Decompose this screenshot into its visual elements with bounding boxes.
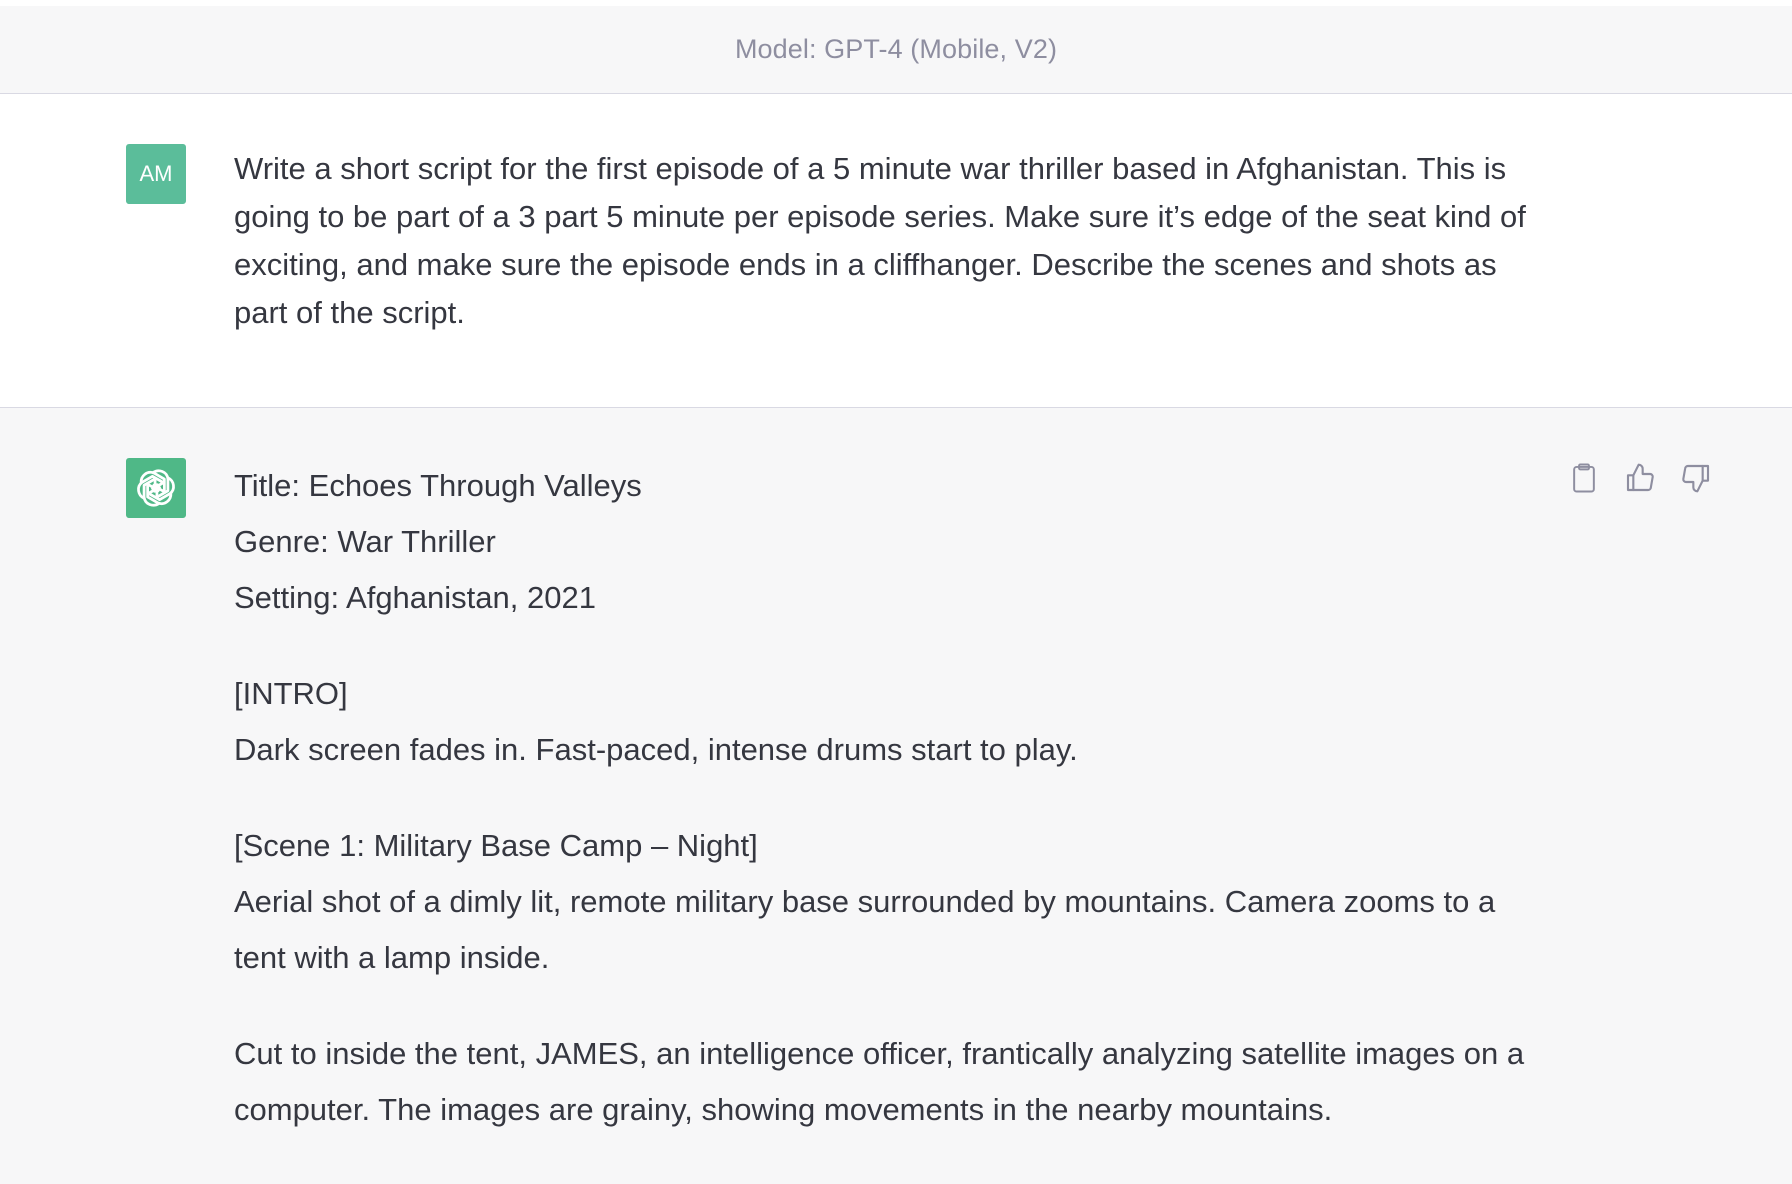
openai-logo-icon: [134, 467, 178, 509]
scene1-text-2: Cut to inside the tent, JAMES, an intell…: [234, 1036, 1525, 1127]
user-message-text: Write a short script for the first episo…: [234, 151, 1526, 330]
thumbs-down-icon: [1682, 464, 1710, 493]
model-header: Model: GPT-4 (Mobile, V2): [0, 6, 1792, 94]
thumbs-up-button[interactable]: [1624, 462, 1656, 494]
clipboard-icon: [1573, 463, 1595, 493]
script-genre: Genre: War Thriller: [234, 524, 496, 559]
message-actions: [1568, 462, 1712, 494]
model-label: Model: GPT-4 (Mobile, V2): [734, 34, 1058, 64]
user-message: AM Write a short script for the first ep…: [0, 95, 1792, 408]
intro-text: Dark screen fades in. Fast-paced, intens…: [234, 732, 1078, 767]
thumbs-up-icon: [1626, 463, 1654, 492]
assistant-message: Title: Echoes Through Valleys Genre: War…: [0, 408, 1792, 1184]
user-avatar-initials: AM: [139, 161, 173, 186]
assistant-message-content: Title: Echoes Through Valleys Genre: War…: [234, 458, 1554, 1138]
assistant-avatar: [126, 458, 186, 518]
intro-heading: [INTRO]: [234, 676, 348, 711]
scene1-heading: [Scene 1: Military Base Camp – Night]: [234, 828, 758, 863]
thumbs-down-button[interactable]: [1680, 462, 1712, 494]
script-setting: Setting: Afghanistan, 2021: [234, 580, 596, 615]
scene1-text: Aerial shot of a dimly lit, remote milit…: [234, 884, 1496, 975]
copy-button[interactable]: [1568, 462, 1600, 494]
user-avatar: AM: [126, 144, 186, 204]
script-title: Title: Echoes Through Valleys: [234, 468, 642, 503]
